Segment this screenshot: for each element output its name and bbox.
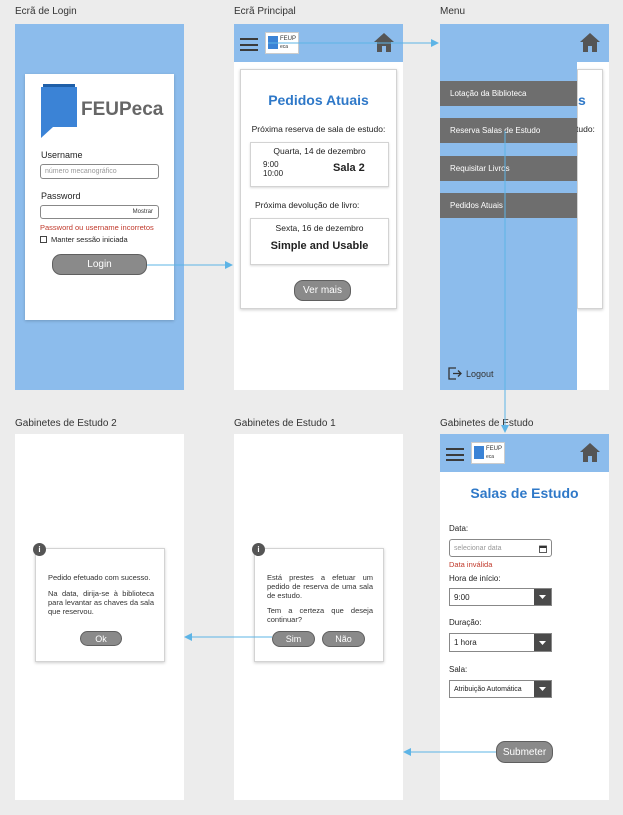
flow-arrows bbox=[147, 39, 509, 756]
